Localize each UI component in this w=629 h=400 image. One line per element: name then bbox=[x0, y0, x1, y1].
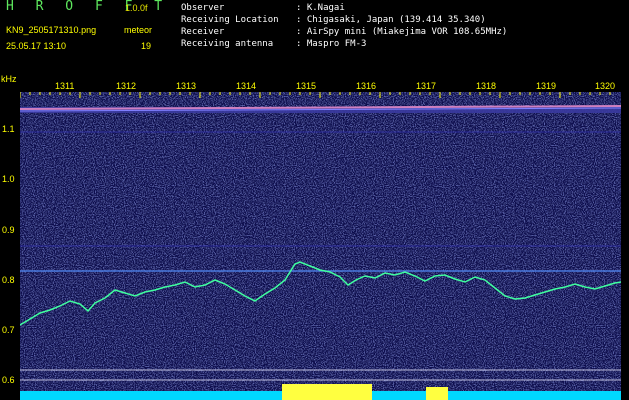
x-tick: 1312 bbox=[116, 81, 137, 91]
y-tick: 0.6 bbox=[2, 375, 15, 385]
x-tick: 1317 bbox=[416, 81, 437, 91]
y-tick: 1.1 bbox=[2, 124, 15, 134]
spectrogram-canvas bbox=[20, 92, 621, 400]
y-tick: 0.7 bbox=[2, 325, 15, 335]
signal-peak bbox=[282, 384, 372, 400]
x-tick: 1315 bbox=[296, 81, 317, 91]
x-axis-ticks: 1311 1312 1313 1314 1315 1316 1317 1318 … bbox=[0, 0, 629, 92]
x-tick: 1320 bbox=[595, 81, 616, 91]
x-tick: 1316 bbox=[356, 81, 377, 91]
x-tick: 1311 bbox=[55, 81, 75, 91]
x-tick: 1313 bbox=[176, 81, 197, 91]
y-tick: 1.0 bbox=[2, 174, 15, 184]
x-tick: 1314 bbox=[236, 81, 257, 91]
x-tick: 1318 bbox=[476, 81, 497, 91]
y-tick: 0.9 bbox=[2, 225, 15, 235]
signal-peak bbox=[426, 387, 448, 400]
y-tick: 0.8 bbox=[2, 275, 15, 285]
x-tick: 1319 bbox=[536, 81, 557, 91]
spectrogram-plot[interactable] bbox=[20, 92, 621, 400]
